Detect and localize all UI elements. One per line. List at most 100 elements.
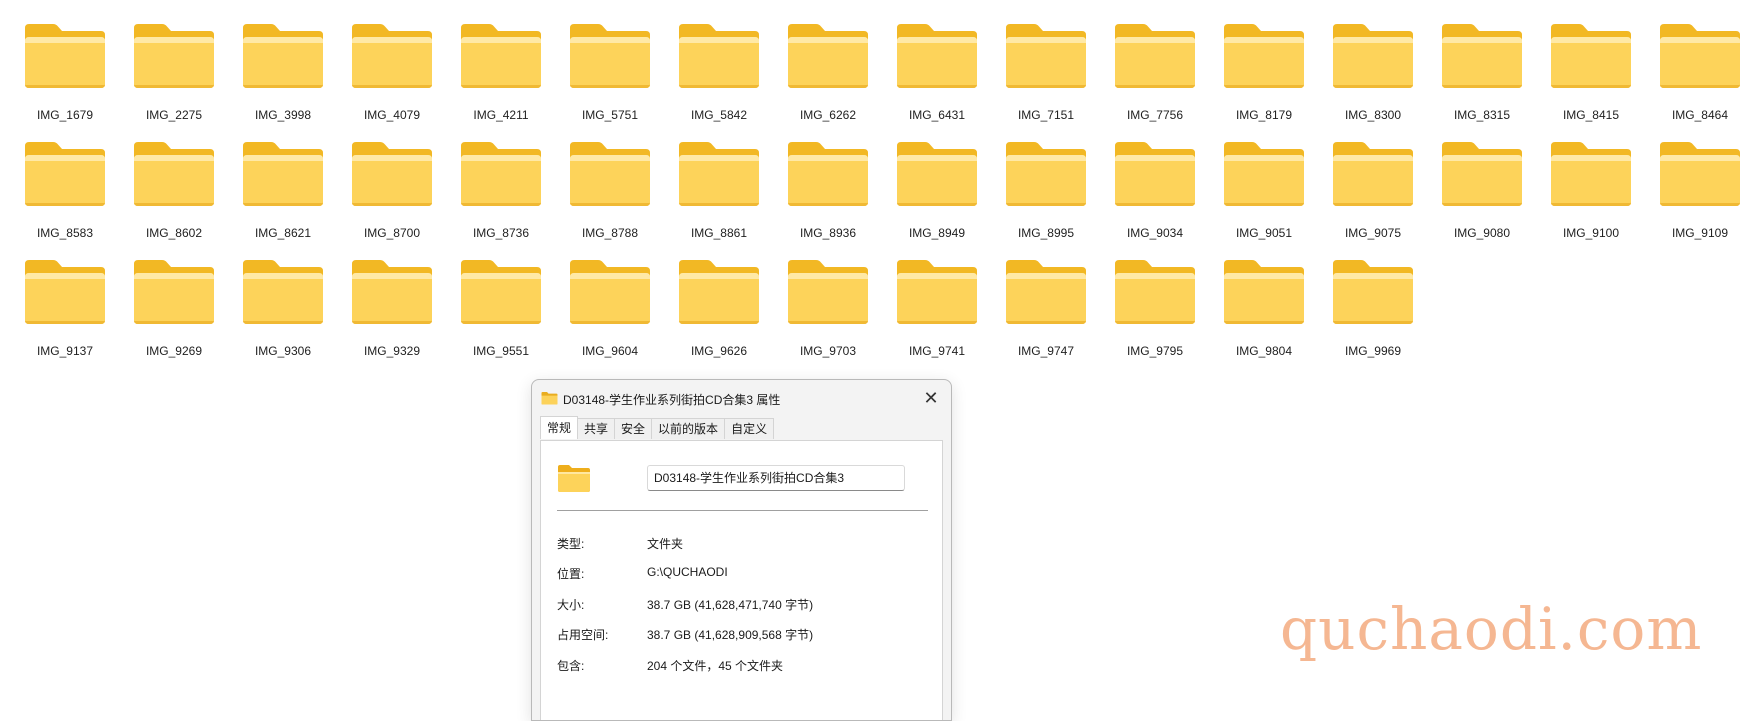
folder-item[interactable]: IMG_9051 — [1220, 140, 1329, 258]
folder-item[interactable]: IMG_4211 — [457, 22, 566, 140]
folder-grid: IMG_1679 IMG_2275 IMG_3998 IMG_4079 IMG_4211… — [21, 22, 1750, 376]
folder-item[interactable]: IMG_9034 — [1111, 140, 1220, 258]
folder-icon — [1224, 142, 1304, 206]
folder-name: IMG_5842 — [690, 108, 748, 122]
folder-item[interactable]: IMG_8995 — [1002, 140, 1111, 258]
folder-icon — [461, 24, 541, 88]
folder-item[interactable]: IMG_8788 — [566, 140, 675, 258]
folder-name: IMG_8300 — [1344, 108, 1402, 122]
folder-item[interactable]: IMG_9329 — [348, 258, 457, 376]
folder-item[interactable]: IMG_9306 — [239, 258, 348, 376]
folder-icon — [1660, 142, 1740, 206]
folder-name: IMG_9306 — [254, 344, 312, 358]
folder-item[interactable]: IMG_7151 — [1002, 22, 1111, 140]
folder-item[interactable]: IMG_9969 — [1329, 258, 1438, 376]
folder-item[interactable]: IMG_8949 — [893, 140, 1002, 258]
folder-icon — [1442, 142, 1522, 206]
folder-item[interactable]: IMG_9075 — [1329, 140, 1438, 258]
folder-item[interactable]: IMG_8621 — [239, 140, 348, 258]
folder-item[interactable]: IMG_9626 — [675, 258, 784, 376]
folder-icon — [1115, 24, 1195, 88]
folder-name: IMG_8861 — [690, 226, 748, 240]
folder-item[interactable]: IMG_9080 — [1438, 140, 1547, 258]
folder-item[interactable]: IMG_9804 — [1220, 258, 1329, 376]
folder-icon — [352, 142, 432, 206]
folder-item[interactable]: IMG_9604 — [566, 258, 675, 376]
folder-item[interactable]: IMG_1679 — [21, 22, 130, 140]
folder-item[interactable]: IMG_8315 — [1438, 22, 1547, 140]
folder-name: IMG_8995 — [1017, 226, 1075, 240]
folder-item[interactable]: IMG_7756 — [1111, 22, 1220, 140]
tab-customize[interactable]: 自定义 — [724, 418, 775, 439]
folder-icon — [25, 24, 105, 88]
folder-icon — [352, 260, 432, 324]
folder-item[interactable]: IMG_8700 — [348, 140, 457, 258]
folder-icon — [352, 24, 432, 88]
folder-item[interactable]: IMG_4079 — [348, 22, 457, 140]
contains-label: 包含: — [557, 659, 585, 673]
folder-icon — [1442, 24, 1522, 88]
folder-item[interactable]: IMG_9795 — [1111, 258, 1220, 376]
folder-item[interactable]: IMG_8736 — [457, 140, 566, 258]
location-label: 位置: — [557, 567, 585, 581]
folder-item[interactable]: IMG_8583 — [21, 140, 130, 258]
folder-icon — [243, 142, 323, 206]
folder-item[interactable]: IMG_9137 — [21, 258, 130, 376]
folder-item[interactable]: IMG_8861 — [675, 140, 784, 258]
folder-icon — [461, 260, 541, 324]
folder-item[interactable]: IMG_9269 — [130, 258, 239, 376]
folder-icon — [134, 260, 214, 324]
tab-previous-versions[interactable]: 以前的版本 — [651, 418, 726, 439]
folder-item[interactable]: IMG_8602 — [130, 140, 239, 258]
folder-item[interactable]: IMG_9109 — [1656, 140, 1750, 258]
folder-item[interactable]: IMG_9703 — [784, 258, 893, 376]
folder-icon — [897, 24, 977, 88]
folder-name: IMG_8464 — [1671, 108, 1729, 122]
folder-name: IMG_4079 — [363, 108, 421, 122]
folder-icon — [1006, 142, 1086, 206]
folder-name-field[interactable]: D03148-学生作业系列街拍CD合集3 — [647, 465, 905, 491]
folder-icon — [1224, 24, 1304, 88]
folder-item[interactable]: IMG_9551 — [457, 258, 566, 376]
folder-item[interactable]: IMG_9741 — [893, 258, 1002, 376]
general-panel: D03148-学生作业系列街拍CD合集3 类型: 文件夹 位置: G:\QUCH… — [540, 440, 943, 720]
folder-item[interactable]: IMG_8179 — [1220, 22, 1329, 140]
folder-icon — [1115, 142, 1195, 206]
folder-name: IMG_9100 — [1562, 226, 1620, 240]
contains-value: 204 个文件，45 个文件夹 — [647, 659, 784, 673]
folder-icon — [679, 142, 759, 206]
folder-item[interactable]: IMG_9100 — [1547, 140, 1656, 258]
folder-item[interactable]: IMG_6431 — [893, 22, 1002, 140]
folder-name: IMG_8315 — [1453, 108, 1511, 122]
folder-icon — [134, 24, 214, 88]
folder-item[interactable]: IMG_8464 — [1656, 22, 1750, 140]
folder-item[interactable]: IMG_8936 — [784, 140, 893, 258]
folder-icon — [788, 260, 868, 324]
properties-dialog: D03148-学生作业系列街拍CD合集3 属性 ✕ 常规 共享 安全 以前的版本… — [531, 379, 952, 721]
folder-item[interactable]: IMG_5751 — [566, 22, 675, 140]
folder-item[interactable]: IMG_9747 — [1002, 258, 1111, 376]
folder-item[interactable]: IMG_6262 — [784, 22, 893, 140]
folder-icon — [558, 465, 590, 492]
folder-item[interactable]: IMG_2275 — [130, 22, 239, 140]
folder-icon — [570, 142, 650, 206]
folder-name: IMG_8700 — [363, 226, 421, 240]
folder-icon — [1333, 260, 1413, 324]
tab-security[interactable]: 安全 — [614, 418, 653, 439]
dialog-titlebar[interactable]: D03148-学生作业系列街拍CD合集3 属性 ✕ — [532, 380, 951, 416]
folder-item[interactable]: IMG_8300 — [1329, 22, 1438, 140]
type-label: 类型: — [557, 537, 585, 551]
close-icon[interactable]: ✕ — [917, 384, 945, 412]
folder-icon — [897, 142, 977, 206]
folder-name: IMG_9804 — [1235, 344, 1293, 358]
tab-general[interactable]: 常规 — [540, 416, 579, 439]
folder-name: IMG_9329 — [363, 344, 421, 358]
folder-icon — [1224, 260, 1304, 324]
folder-name: IMG_9747 — [1017, 344, 1075, 358]
folder-item[interactable]: IMG_5842 — [675, 22, 784, 140]
folder-item[interactable]: IMG_8415 — [1547, 22, 1656, 140]
folder-name: IMG_8415 — [1562, 108, 1620, 122]
folder-item[interactable]: IMG_3998 — [239, 22, 348, 140]
tab-sharing[interactable]: 共享 — [577, 418, 616, 439]
folder-name: IMG_9269 — [145, 344, 203, 358]
